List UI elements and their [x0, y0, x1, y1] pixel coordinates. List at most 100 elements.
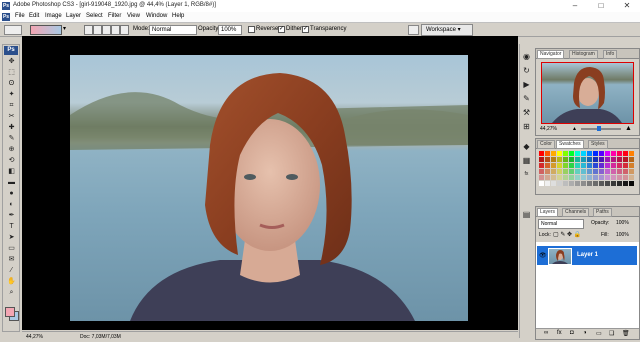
swatch[interactable] — [557, 175, 562, 180]
swatch[interactable] — [545, 151, 550, 156]
fx-icon[interactable]: fx — [557, 330, 562, 336]
swatch[interactable] — [569, 163, 574, 168]
swatch[interactable] — [551, 163, 556, 168]
swatch[interactable] — [545, 175, 550, 180]
swatch[interactable] — [593, 163, 598, 168]
color-icon[interactable]: ◆ — [522, 142, 531, 151]
swatch[interactable] — [557, 181, 562, 186]
swatch[interactable] — [623, 175, 628, 180]
swatch[interactable] — [617, 169, 622, 174]
menu-file[interactable]: File — [15, 13, 25, 19]
swatch[interactable] — [617, 175, 622, 180]
swatch[interactable] — [617, 151, 622, 156]
history-brush-icon[interactable]: ⟲ — [7, 156, 16, 165]
gradient-tool-preset-icon[interactable] — [4, 25, 22, 35]
swatch[interactable] — [581, 157, 586, 162]
swatch[interactable] — [605, 157, 610, 162]
fill-field[interactable]: 100% — [616, 232, 629, 238]
swatch[interactable] — [539, 169, 544, 174]
swatch[interactable] — [593, 157, 598, 162]
swatch[interactable] — [563, 151, 568, 156]
swatch[interactable] — [551, 157, 556, 162]
layer-row[interactable]: 👁 Layer 1 — [537, 246, 637, 265]
gradient-picker[interactable] — [30, 25, 62, 35]
swatch[interactable] — [545, 163, 550, 168]
gradient-icon[interactable]: ▬ — [7, 178, 16, 187]
mask-icon[interactable]: ◘ — [570, 330, 574, 336]
magic-wand-icon[interactable]: ✦ — [7, 90, 16, 99]
navigator-preview[interactable] — [541, 62, 634, 124]
gradient-dropdown-icon[interactable]: ▾ — [63, 25, 66, 32]
swatch[interactable] — [611, 169, 616, 174]
swatch[interactable] — [611, 163, 616, 168]
swatch[interactable] — [569, 169, 574, 174]
layer-comps-icon[interactable]: ⊞ — [522, 122, 531, 131]
tab-swatches[interactable]: Swatches — [556, 140, 584, 149]
swatch[interactable] — [581, 175, 586, 180]
tool-presets-icon[interactable]: ⚒ — [522, 108, 531, 117]
brushes-icon[interactable]: ✎ — [522, 94, 531, 103]
zoom-slider[interactable] — [581, 128, 621, 130]
swatch[interactable] — [545, 181, 550, 186]
pen-icon[interactable]: ✒ — [7, 211, 16, 220]
tab-info[interactable]: Info — [603, 50, 618, 59]
swatch[interactable] — [551, 169, 556, 174]
swatch[interactable] — [539, 163, 544, 168]
swatch[interactable] — [539, 175, 544, 180]
eraser-icon[interactable]: ◧ — [7, 167, 16, 176]
move-icon[interactable]: ✥ — [7, 57, 16, 66]
link-icon[interactable]: ∞ — [544, 330, 548, 336]
swatch[interactable] — [539, 151, 544, 156]
swatch[interactable] — [605, 181, 610, 186]
tab-channels[interactable]: Channels — [562, 208, 590, 217]
swatch[interactable] — [605, 169, 610, 174]
dodge-icon[interactable]: ◐ — [7, 200, 16, 209]
swatch[interactable] — [617, 157, 622, 162]
slice-icon[interactable]: ✂ — [7, 112, 16, 121]
swatch[interactable] — [623, 163, 628, 168]
menu-edit[interactable]: Edit — [29, 13, 39, 19]
hand-icon[interactable]: ✋ — [7, 277, 16, 286]
tab-paths[interactable]: Paths — [593, 208, 612, 217]
menu-help[interactable]: Help — [172, 13, 184, 19]
swatch[interactable] — [575, 175, 580, 180]
swatch[interactable] — [569, 151, 574, 156]
rectangle-icon[interactable]: ▭ — [7, 244, 16, 253]
swatch[interactable] — [563, 163, 568, 168]
swatch[interactable] — [611, 151, 616, 156]
foreground-color-swatch[interactable] — [5, 307, 15, 317]
swatch[interactable] — [545, 157, 550, 162]
blend-mode-select[interactable]: Normal — [538, 219, 584, 229]
dither-checkbox[interactable]: ✓ — [278, 26, 285, 33]
swatch[interactable] — [599, 157, 604, 162]
healing-brush-icon[interactable]: ✚ — [7, 123, 16, 132]
swatch[interactable] — [557, 151, 562, 156]
swatch[interactable] — [599, 181, 604, 186]
swatch[interactable] — [623, 151, 628, 156]
swatch[interactable] — [629, 175, 634, 180]
swatch[interactable] — [557, 163, 562, 168]
swatch[interactable] — [599, 163, 604, 168]
navigator-icon[interactable]: ◉ — [522, 52, 531, 61]
path-selection-icon[interactable]: ➤ — [7, 233, 16, 242]
mode-select[interactable]: Normal — [149, 25, 197, 35]
swatch[interactable] — [593, 169, 598, 174]
linear-gradient-icon[interactable] — [84, 25, 93, 35]
swatch[interactable] — [539, 181, 544, 186]
swatch[interactable] — [605, 163, 610, 168]
swatch[interactable] — [581, 181, 586, 186]
zoom-in-icon[interactable]: ▲ — [625, 125, 632, 132]
swatch[interactable] — [545, 169, 550, 174]
reflected-gradient-icon[interactable] — [111, 25, 120, 35]
swatch[interactable] — [563, 157, 568, 162]
blur-icon[interactable]: ● — [7, 189, 16, 198]
close-button[interactable]: ✕ — [614, 0, 640, 12]
menu-view[interactable]: View — [127, 13, 140, 19]
tab-layers[interactable]: Layers — [537, 208, 559, 217]
marquee-icon[interactable]: ⬚ — [7, 68, 16, 77]
notes-icon[interactable]: ✉ — [7, 255, 16, 264]
swatch[interactable] — [599, 169, 604, 174]
swatch[interactable] — [563, 175, 568, 180]
swatch[interactable] — [575, 151, 580, 156]
diamond-gradient-icon[interactable] — [120, 25, 129, 35]
